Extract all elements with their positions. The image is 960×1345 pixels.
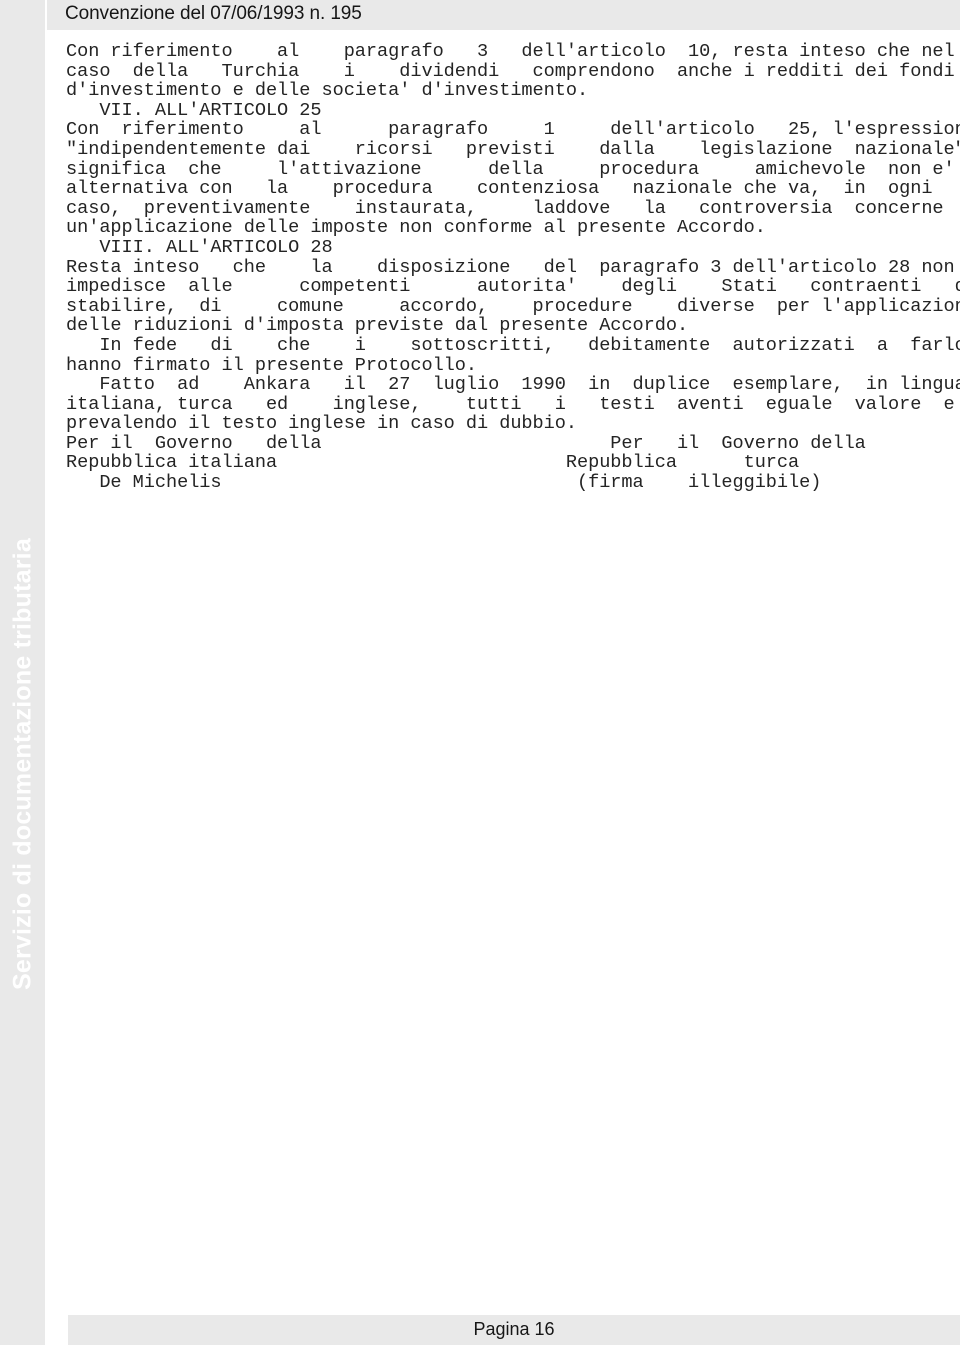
page-header-band: Convenzione del 07/06/1993 n. 195 xyxy=(47,0,960,30)
document-line: VII. ALL'ARTICOLO 25 xyxy=(66,99,322,121)
document-line: caso, preventivamente instaurata, laddov… xyxy=(66,197,944,219)
document-line: Resta inteso che la disposizione del par… xyxy=(66,256,955,278)
document-line: delle riduzioni d'imposta previste dal p… xyxy=(66,315,689,337)
document-body: Con riferimento al paragrafo 3 dell'arti… xyxy=(66,42,960,493)
document-line: significa che l'attivazione della proced… xyxy=(66,158,960,180)
sidebar-watermark-strip: Servizio di documentazione tributaria xyxy=(0,0,45,1345)
document-line: Fatto ad Ankara il 27 luglio 1990 in dup… xyxy=(66,374,960,396)
document-line: hanno firmato il presente Protocollo. xyxy=(66,354,477,376)
document-line: De Michelis (firma illeggibile) xyxy=(66,472,822,494)
document-line: Repubblica italiana Repubblica turca xyxy=(66,452,800,474)
document-line: Con riferimento al paragrafo 1 dell'arti… xyxy=(66,119,960,141)
document-line: impedisce alle competenti autorita' degl… xyxy=(66,276,960,298)
document-line: caso della Turchia i dividendi comprendo… xyxy=(66,60,955,82)
document-line: VIII. ALL'ARTICOLO 28 xyxy=(66,236,333,258)
document-line: Per il Governo della Per il Governo dell… xyxy=(66,432,866,454)
document-line: alternativa con la procedura contenziosa… xyxy=(66,178,933,200)
document-line: "indipendentemente dai ricorsi previsti … xyxy=(66,138,960,160)
document-line: stabilire, di comune accordo, procedure … xyxy=(66,295,960,317)
document-line: italiana, turca ed inglese, tutti i test… xyxy=(66,393,955,415)
page-title: Convenzione del 07/06/1993 n. 195 xyxy=(65,3,362,24)
document-line: Con riferimento al paragrafo 3 dell'arti… xyxy=(66,41,955,62)
document-line: un'applicazione delle imposte non confor… xyxy=(66,217,766,239)
page-number-label: Pagina 16 xyxy=(473,1319,555,1339)
sidebar-watermark-label: Servizio di documentazione tributaria xyxy=(8,538,36,990)
document-line: prevalendo il testo inglese in caso di d… xyxy=(66,413,577,435)
document-line: d'investimento e delle societa' d'invest… xyxy=(66,80,589,102)
page-footer-band: Pagina 16 xyxy=(68,1315,960,1345)
document-line: In fede di che i sottoscritti, debitamen… xyxy=(66,334,960,356)
